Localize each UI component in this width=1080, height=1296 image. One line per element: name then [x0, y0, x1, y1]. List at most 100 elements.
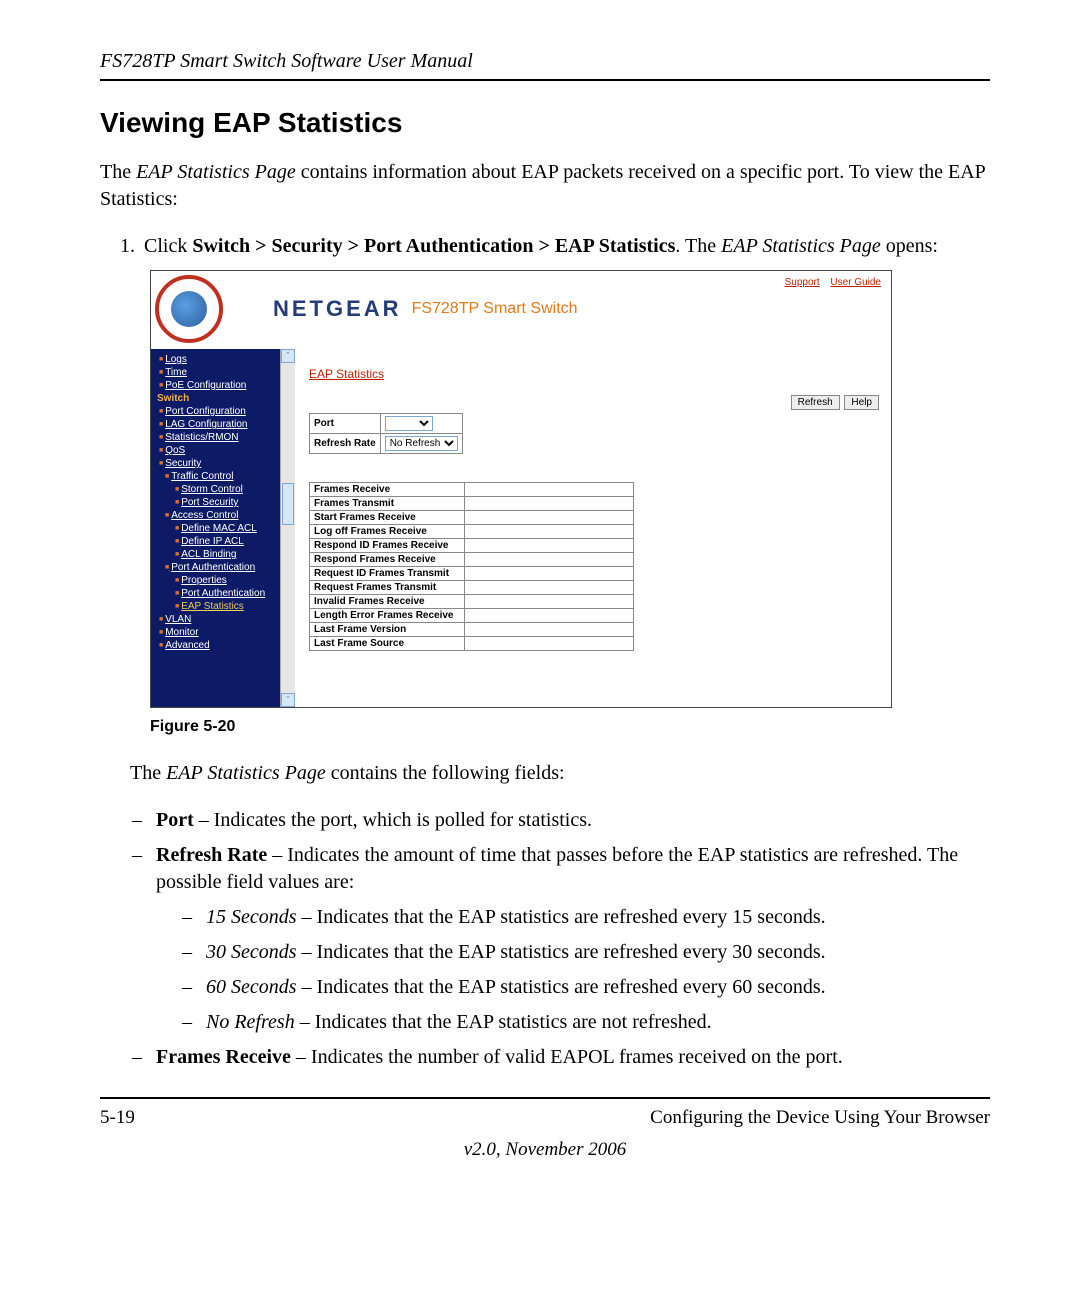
text-italic: No Refresh — [206, 1011, 295, 1033]
table-cell — [465, 553, 634, 567]
sidebar-item-port-config[interactable]: Port Configuration — [151, 405, 295, 418]
text-italic: 60 Seconds — [206, 976, 297, 998]
table-row: Respond Frames Receive — [310, 553, 465, 567]
header-rule — [100, 79, 990, 81]
sidebar-item-advanced[interactable]: Advanced — [151, 639, 295, 652]
fields-intro: The EAP Statistics Page contains the fol… — [130, 760, 990, 787]
text: – Indicates that the EAP statistics are … — [295, 1011, 712, 1033]
text-italic: EAP Statistics Page — [136, 161, 296, 183]
table-row: Length Error Frames Receive — [310, 609, 465, 623]
sidebar-item-properties[interactable]: Properties — [151, 574, 295, 587]
sidebar-item-lag-config[interactable]: LAG Configuration — [151, 418, 295, 431]
rr-15: 15 Seconds – Indicates that the EAP stat… — [206, 904, 990, 931]
sidebar-item-switch[interactable]: Switch — [151, 392, 295, 405]
sidebar-item-traffic-control[interactable]: Traffic Control — [151, 470, 295, 483]
sidebar-item-port-authentication[interactable]: Port Authentication — [151, 561, 295, 574]
table-row: Start Frames Receive — [310, 511, 465, 525]
sidebar-item-monitor[interactable]: Monitor — [151, 626, 295, 639]
field-port: Port – Indicates the port, which is poll… — [156, 807, 990, 834]
table-cell — [465, 609, 634, 623]
sidebar-item-access-control[interactable]: Access Control — [151, 509, 295, 522]
text-bold: Refresh Rate — [156, 844, 267, 866]
intro-paragraph: The EAP Statistics Page contains informa… — [100, 159, 990, 213]
sidebar-item-logs[interactable]: Logs — [151, 353, 295, 366]
table-cell — [465, 511, 634, 525]
table-cell — [465, 567, 634, 581]
table-row: Frames Receive — [310, 483, 465, 497]
table-cell — [465, 637, 634, 651]
text-italic: 15 Seconds — [206, 906, 297, 928]
text: contains the following fields: — [326, 762, 565, 784]
table-cell — [465, 497, 634, 511]
text-italic: EAP Statistics Page — [166, 762, 326, 784]
table-cell — [465, 623, 634, 637]
rr-60: 60 Seconds – Indicates that the EAP stat… — [206, 974, 990, 1001]
table-row: Log off Frames Receive — [310, 525, 465, 539]
scroll-thumb[interactable] — [282, 483, 294, 525]
rr-no: No Refresh – Indicates that the EAP stat… — [206, 1009, 990, 1036]
table-cell — [465, 581, 634, 595]
sidebar-item-eap-statistics[interactable]: EAP Statistics — [151, 600, 295, 613]
footer-version: v2.0, November 2006 — [100, 1139, 990, 1161]
text: – Indicates the amount of time that pass… — [156, 844, 958, 893]
help-button[interactable]: Help — [844, 395, 879, 410]
scroll-down-icon[interactable]: ˇ — [281, 693, 295, 707]
refresh-rate-select[interactable]: No Refresh — [385, 436, 458, 451]
sidebar: Logs Time PoE Configuration Switch Port … — [151, 349, 295, 707]
footer-page-number: 5-19 — [100, 1107, 135, 1129]
sidebar-item-acl-binding[interactable]: ACL Binding — [151, 548, 295, 561]
sidebar-item-qos[interactable]: QoS — [151, 444, 295, 457]
text: Click — [144, 235, 192, 257]
text: – Indicates the port, which is polled fo… — [194, 809, 592, 831]
screenshot-figure: NETGEAR FS728TP Smart Switch Support Use… — [150, 270, 892, 708]
text-bold: Frames Receive — [156, 1046, 291, 1068]
rr-30: 30 Seconds – Indicates that the EAP stat… — [206, 939, 990, 966]
scroll-up-icon[interactable]: ˆ — [281, 349, 295, 363]
table-cell — [465, 595, 634, 609]
section-title: Viewing EAP Statistics — [100, 107, 990, 139]
figure-caption: Figure 5-20 — [150, 718, 990, 736]
content-area: EAP Statistics Refresh Help Port Refresh… — [295, 349, 891, 707]
content-title: EAP Statistics — [309, 367, 881, 381]
text: The — [100, 161, 136, 183]
screenshot-header: NETGEAR FS728TP Smart Switch Support Use… — [151, 271, 891, 349]
refresh-rate-label: Refresh Rate — [310, 434, 381, 454]
port-select[interactable] — [385, 416, 433, 431]
text: The — [130, 762, 166, 784]
text: – Indicates that the EAP statistics are … — [297, 906, 826, 928]
field-frames-receive: Frames Receive – Indicates the number of… — [156, 1044, 990, 1071]
sidebar-item-time[interactable]: Time — [151, 366, 295, 379]
field-refresh-rate: Refresh Rate – Indicates the amount of t… — [156, 842, 990, 1036]
sidebar-item-statistics-rmon[interactable]: Statistics/RMON — [151, 431, 295, 444]
table-cell — [465, 539, 634, 553]
refresh-button[interactable]: Refresh — [791, 395, 840, 410]
sidebar-item-port-security[interactable]: Port Security — [151, 496, 295, 509]
statistics-table: Frames Receive Frames Transmit Start Fra… — [309, 482, 634, 651]
sidebar-item-security[interactable]: Security — [151, 457, 295, 470]
sidebar-item-storm-control[interactable]: Storm Control — [151, 483, 295, 496]
sidebar-item-define-mac-acl[interactable]: Define MAC ACL — [151, 522, 295, 535]
text: – Indicates that the EAP statistics are … — [297, 941, 826, 963]
sidebar-item-port-authentication-2[interactable]: Port Authentication — [151, 587, 295, 600]
netgear-logo-icon — [155, 275, 223, 343]
model-name: FS728TP Smart Switch — [412, 300, 578, 318]
top-links: Support User Guide — [777, 277, 881, 288]
text-bold: Port — [156, 809, 194, 831]
table-row: Last Frame Source — [310, 637, 465, 651]
user-guide-link[interactable]: User Guide — [830, 277, 881, 288]
sidebar-item-vlan[interactable]: VLAN — [151, 613, 295, 626]
sidebar-item-poe[interactable]: PoE Configuration — [151, 379, 295, 392]
text: . The — [675, 235, 721, 257]
table-row: Invalid Frames Receive — [310, 595, 465, 609]
text-bold: Switch > Security > Port Authentication … — [192, 235, 675, 257]
text: opens: — [881, 235, 938, 257]
page-header: FS728TP Smart Switch Software User Manua… — [100, 50, 990, 73]
support-link[interactable]: Support — [785, 277, 820, 288]
text-italic: 30 Seconds — [206, 941, 297, 963]
sidebar-item-define-ip-acl[interactable]: Define IP ACL — [151, 535, 295, 548]
table-row: Respond ID Frames Receive — [310, 539, 465, 553]
text: – Indicates the number of valid EAPOL fr… — [291, 1046, 843, 1068]
sidebar-scrollbar[interactable]: ˆ ˇ — [280, 349, 295, 707]
settings-form: Port Refresh Rate No Refresh — [309, 413, 463, 454]
table-cell — [465, 525, 634, 539]
